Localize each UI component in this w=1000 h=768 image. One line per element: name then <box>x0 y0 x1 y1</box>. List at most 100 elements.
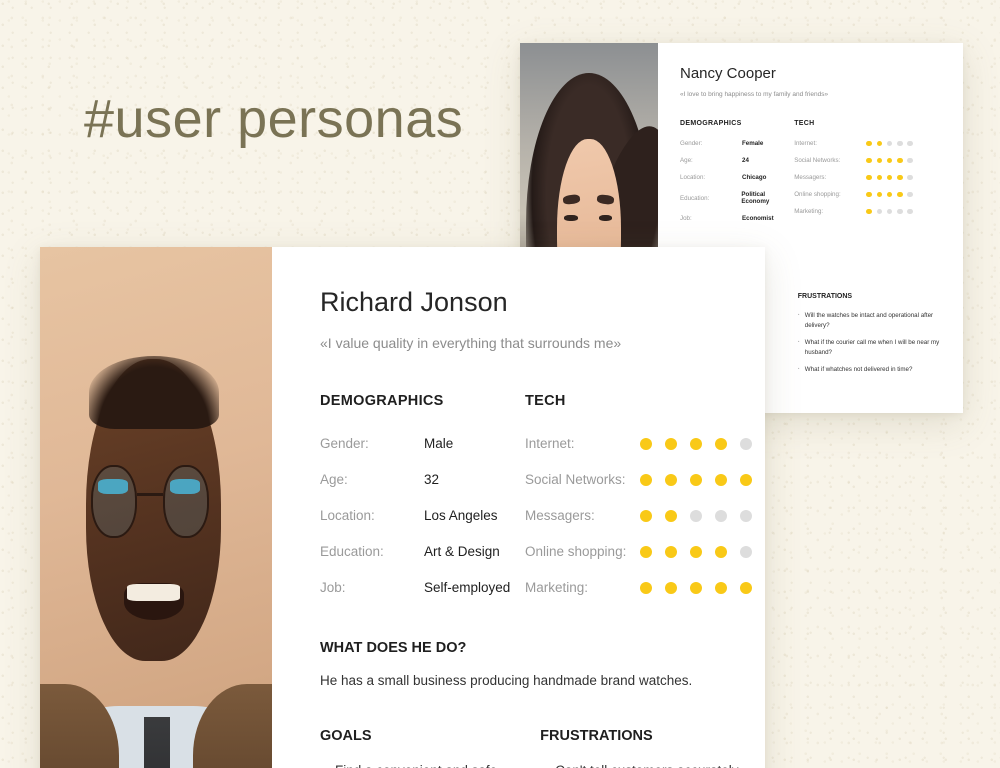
richard-tech-social-label: Social Networks: <box>525 472 626 487</box>
rating-dot-empty <box>886 208 893 215</box>
rating-dot-empty <box>907 208 913 215</box>
rating-dot-filled <box>640 581 652 594</box>
richard-tech-column: TECH Internet: Social Networks: Messager… <box>525 393 765 616</box>
rating-dot-filled <box>866 191 872 198</box>
nancy-job-label: Job: <box>680 215 692 222</box>
richard-tech-marketing-rating <box>640 581 765 594</box>
nancy-tech-social-label: Social Networks: <box>794 157 841 164</box>
nancy-frustrations-column: FRUSTRATIONS Will the watches be intact … <box>798 255 945 382</box>
nancy-tech-row: Online shopping: <box>794 191 937 198</box>
richard-card-body: Richard Jonson «I value quality in every… <box>272 247 765 768</box>
rating-dot-filled <box>897 191 903 198</box>
rating-dot-filled <box>690 581 702 594</box>
nancy-tech-social-rating <box>866 157 917 164</box>
rating-dot-empty <box>740 545 752 558</box>
richard-age-label: Age: <box>320 472 348 487</box>
richard-tech-internet-rating <box>640 437 765 450</box>
rating-dot-filled <box>876 140 883 147</box>
nancy-tech-row: Social Networks: <box>794 157 937 164</box>
rating-dot-filled <box>876 174 883 181</box>
rating-dot-filled <box>690 545 702 558</box>
nancy-gender-label: Gender: <box>680 140 703 147</box>
richard-education-label: Education: <box>320 544 384 559</box>
rating-dot-empty <box>740 509 752 522</box>
rating-dot-empty <box>690 509 702 522</box>
nancy-demographic-row: Gender: Female <box>680 140 794 147</box>
rating-dot-empty <box>907 191 913 198</box>
list-item: What if the courier call me when I will … <box>798 337 945 358</box>
rating-dot-empty <box>907 157 913 164</box>
rating-dot-filled <box>665 437 677 450</box>
nancy-tech-internet-label: Internet: <box>794 140 817 147</box>
list-item: Can't tell customers accurately when the… <box>540 760 765 768</box>
list-item: Will the watches be intact and operation… <box>798 310 945 331</box>
rating-dot-filled <box>640 473 652 486</box>
richard-gender-label: Gender: <box>320 436 369 451</box>
rating-dot-filled <box>715 437 727 450</box>
richard-location-label: Location: <box>320 508 375 523</box>
nancy-gender-value: Female <box>742 140 764 147</box>
nancy-quote: «I love to bring happiness to my family … <box>680 91 829 98</box>
nancy-tech-shopping-label: Online shopping: <box>794 191 841 198</box>
nancy-tech-heading: TECH <box>794 120 815 127</box>
rating-dot-filled <box>690 473 702 486</box>
richard-frustrations-column: FRUSTRATIONS Can't tell customers accura… <box>540 728 765 768</box>
nancy-demographics-heading: DEMOGRAPHICS <box>680 120 742 127</box>
nancy-tech-shopping-rating <box>866 191 917 198</box>
richard-tech-social-rating <box>640 473 765 486</box>
nancy-demographic-row: Location: Chicago <box>680 174 794 181</box>
rating-dot-empty <box>897 208 903 215</box>
rating-dot-empty <box>715 509 727 522</box>
rating-dot-filled <box>690 437 702 450</box>
richard-tech-row: Internet: <box>525 436 765 451</box>
richard-tech-row: Marketing: <box>525 580 765 595</box>
nancy-name: Nancy Cooper <box>680 65 776 82</box>
rating-dot-filled <box>897 157 903 164</box>
rating-dot-filled <box>640 545 652 558</box>
rating-dot-filled <box>665 581 677 594</box>
rating-dot-filled <box>715 545 727 558</box>
nancy-tech-messagers-rating <box>866 174 917 181</box>
richard-what-does-he-do-section: WHAT DOES HE DO? He has a small business… <box>320 640 765 688</box>
rating-dot-filled <box>866 174 872 181</box>
rating-dot-filled <box>876 157 883 164</box>
richard-education-value: Art & Design <box>424 544 500 559</box>
richard-goals-heading: GOALS <box>320 728 372 744</box>
richard-demographics-heading: DEMOGRAPHICS <box>320 393 444 409</box>
rating-dot-empty <box>886 140 893 147</box>
nancy-education-value: Political Economy <box>741 191 770 205</box>
richard-tech-messagers-rating <box>640 509 765 522</box>
richard-gender-value: Male <box>424 436 454 451</box>
richard-tech-row: Social Networks: <box>525 472 765 487</box>
richard-tech-row: Online shopping: <box>525 544 765 559</box>
nancy-tech-column: TECH Internet: Social Networks: Messager… <box>794 120 937 232</box>
rating-dot-filled <box>640 437 652 450</box>
rating-dot-filled <box>876 191 883 198</box>
rating-dot-filled <box>866 140 872 147</box>
richard-goals-column: GOALS Find a convenient and safe method … <box>320 728 540 768</box>
richard-tech-messagers-label: Messagers: <box>525 508 595 523</box>
richard-demographic-row: Age: 32 <box>320 472 525 487</box>
richard-tech-internet-label: Internet: <box>525 436 575 451</box>
nancy-demographic-row: Age: 24 <box>680 157 794 164</box>
nancy-tech-row: Messagers: <box>794 174 937 181</box>
nancy-demographic-row: Education: Political Economy <box>680 191 794 205</box>
rating-dot-filled <box>886 174 893 181</box>
richard-demographic-row: Job: Self-employed <box>320 580 525 595</box>
richard-frustrations-list: Can't tell customers accurately when the… <box>540 760 765 768</box>
richard-demographic-row: Location: Los Angeles <box>320 508 525 523</box>
richard-quote: «I value quality in everything that surr… <box>320 335 622 351</box>
page-title: #user personas <box>84 89 464 149</box>
rating-dot-filled <box>665 473 677 486</box>
rating-dot-empty <box>740 437 752 450</box>
nancy-demographics-column: DEMOGRAPHICS Gender: Female Age: 24 Loca… <box>680 120 794 232</box>
richard-tech-heading: TECH <box>525 393 566 409</box>
nancy-tech-marketing-rating <box>866 208 917 215</box>
richard-what-does-he-do-body: He has a small business producing handma… <box>320 673 693 688</box>
nancy-tech-row: Internet: <box>794 140 937 147</box>
rating-dot-filled <box>665 545 677 558</box>
persona-card-richard[interactable]: Richard Jonson «I value quality in every… <box>40 247 765 768</box>
rating-dot-filled <box>866 157 872 164</box>
list-item: What if whatches not delivered in time? <box>798 364 945 375</box>
nancy-tech-marketing-label: Marketing: <box>794 208 824 215</box>
